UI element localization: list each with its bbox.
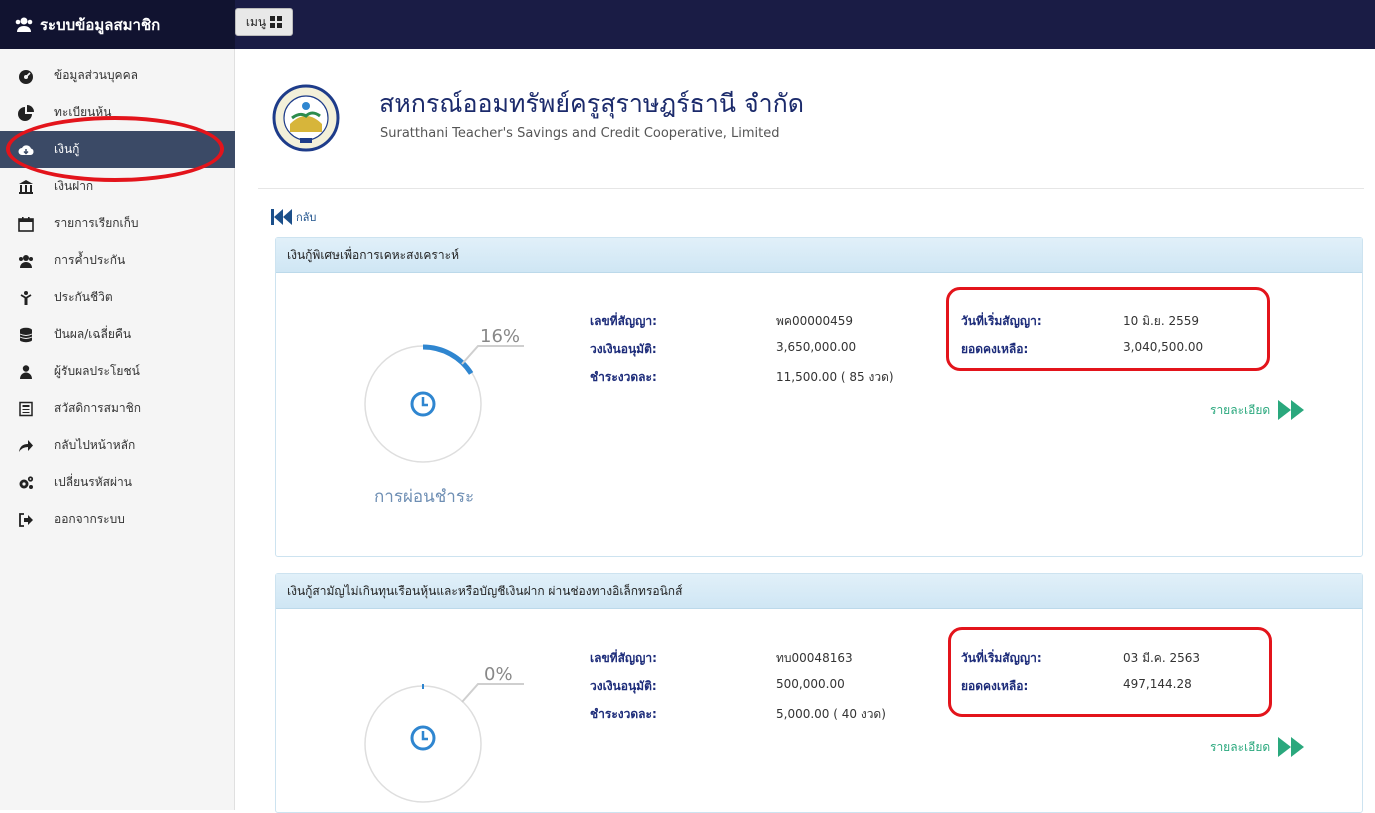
grid-icon (270, 16, 283, 28)
share-icon (18, 438, 34, 454)
sign-out-icon (18, 512, 34, 528)
clock-icon (421, 731, 428, 741)
menu-button[interactable]: เมนู (235, 8, 293, 36)
newspaper-icon (18, 401, 34, 417)
sidebar-item-label: ข้อมูลส่วนบุคคล (54, 68, 138, 82)
fast-backward-icon (271, 209, 292, 225)
installment-label: ชำระงวดละ: (590, 707, 657, 721)
approved-value: 500,000.00 (776, 677, 845, 691)
pie-chart-icon (18, 104, 34, 121)
cogs-icon (18, 475, 34, 491)
loan-panel-title: เงินกู้สามัญไม่เกินทุนเรือนหุ้นและหรือบั… (276, 574, 1362, 609)
bank-icon (18, 179, 34, 195)
app-brand[interactable]: ระบบข้อมูลสมาชิก (0, 0, 235, 49)
installment-label: ชำระงวดละ: (590, 370, 657, 384)
child-icon (18, 290, 34, 306)
sidebar-item-label: ปันผล/เฉลี่ยคืน (54, 327, 132, 341)
app-title: ระบบข้อมูลสมาชิก (40, 15, 161, 34)
sidebar-item-label: ออกจากระบบ (54, 512, 125, 526)
highlight-box (946, 287, 1270, 371)
approved-value: 3,650,000.00 (776, 340, 857, 354)
contract-no-value: ทบ00048163 (776, 651, 853, 665)
user-icon (18, 364, 34, 380)
approved-label: วงเงินอนุมัติ: (590, 342, 657, 356)
sidebar-item-label: รายการเรียกเก็บ (54, 216, 139, 230)
sidebar-item-label: เปลี่ยนรหัสผ่าน (54, 475, 132, 489)
highlight-ellipse (6, 116, 224, 182)
sidebar-item-change-password[interactable]: เปลี่ยนรหัสผ่าน (0, 464, 235, 501)
progress-label: การผ่อนชำระ (374, 487, 475, 507)
sidebar-item-welfare[interactable]: สวัสดิการสมาชิก (0, 390, 235, 427)
users-icon (18, 253, 34, 269)
cooperative-logo (272, 84, 340, 152)
calendar-icon (18, 216, 34, 232)
detail-link[interactable]: รายละเอียด (1210, 400, 1306, 420)
back-link[interactable]: กลับ (271, 208, 316, 226)
sidebar-item-dividend[interactable]: ปันผล/เฉลี่ยคืน (0, 316, 235, 353)
contract-no-value: พค00000459 (776, 314, 854, 328)
loan-panel-title: เงินกู้พิเศษเพื่อการเคหะสงเคราะห์ (276, 238, 1362, 273)
approved-label: วงเงินอนุมัติ: (590, 679, 657, 693)
menu-label: เมนู (245, 14, 267, 29)
sidebar-item-logout[interactable]: ออกจากระบบ (0, 501, 235, 538)
fast-forward-icon (1278, 737, 1305, 757)
highlight-box (948, 627, 1272, 717)
detail-label: รายละเอียด (1210, 739, 1271, 754)
sidebar-item-label: การค้ำประกัน (54, 253, 126, 267)
page-subtitle: Suratthani Teacher's Savings and Credit … (380, 126, 780, 141)
sidebar-item-beneficiary[interactable]: ผู้รับผลประโยชน์ (0, 353, 235, 390)
page-title: สหกรณ์ออมทรัพย์ครูสุราษฎร์ธานี จำกัด (379, 89, 804, 118)
dashboard-icon (18, 68, 34, 84)
sidebar-item-label: ผู้รับผลประโยชน์ (54, 364, 140, 378)
sidebar-item-label: สวัสดิการสมาชิก (54, 401, 142, 415)
detail-link[interactable]: รายละเอียด (1210, 737, 1306, 757)
sidebar-item-label: ประกันชีวิต (54, 290, 113, 304)
sidebar-item-insurance[interactable]: ประกันชีวิต (0, 279, 235, 316)
users-icon (15, 17, 33, 32)
clock-icon (421, 397, 428, 407)
progress-percent: 0% (484, 664, 513, 685)
contract-no-label: เลขที่สัญญา: (590, 314, 657, 328)
sidebar-item-billing[interactable]: รายการเรียกเก็บ (0, 205, 235, 242)
database-icon (18, 327, 34, 343)
progress-percent: 16% (480, 326, 521, 347)
installment-value: 11,500.00 ( 85 งวด) (776, 370, 894, 384)
sidebar-item-home[interactable]: กลับไปหน้าหลัก (0, 427, 235, 464)
sidebar-item-profile[interactable]: ข้อมูลส่วนบุคคล (0, 57, 235, 94)
installment-value: 5,000.00 ( 40 งวด) (776, 707, 886, 721)
back-label: กลับ (296, 211, 317, 224)
divider (258, 188, 1364, 189)
detail-label: รายละเอียด (1210, 402, 1271, 417)
contract-no-label: เลขที่สัญญา: (590, 651, 657, 665)
sidebar-item-guarantee[interactable]: การค้ำประกัน (0, 242, 235, 279)
fast-forward-icon (1278, 400, 1305, 420)
sidebar-item-label: กลับไปหน้าหลัก (54, 438, 136, 452)
